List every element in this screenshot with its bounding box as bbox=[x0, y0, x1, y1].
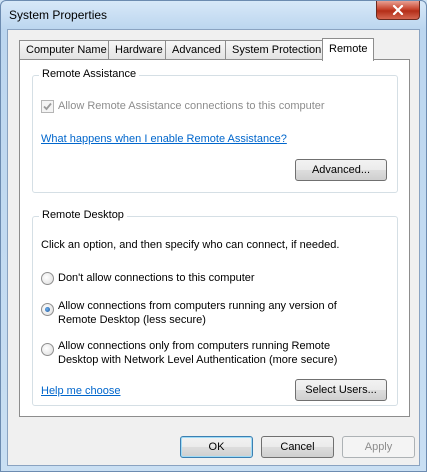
radio-dont-allow[interactable] bbox=[41, 272, 54, 285]
radio-allow-any-version[interactable] bbox=[41, 303, 54, 316]
radio-dont-allow-label: Don't allow connections to this computer bbox=[58, 272, 255, 284]
system-properties-window: System Properties Computer Name Hardware… bbox=[0, 0, 427, 472]
select-users-button[interactable]: Select Users... bbox=[295, 379, 387, 401]
tab-label: Hardware bbox=[115, 44, 163, 56]
tab-advanced[interactable]: Advanced bbox=[165, 40, 226, 59]
help-me-choose-link[interactable]: Help me choose bbox=[41, 385, 121, 397]
advanced-button[interactable]: Advanced... bbox=[295, 159, 387, 181]
ok-button[interactable]: OK bbox=[180, 436, 253, 458]
apply-button[interactable]: Apply bbox=[342, 436, 415, 458]
tab-label: Computer Name bbox=[26, 44, 107, 56]
allow-remote-assistance-label: Allow Remote Assistance connections to t… bbox=[58, 100, 325, 112]
tab-label: Advanced bbox=[172, 44, 221, 56]
radio-selected-dot bbox=[45, 307, 50, 312]
tab-label: Remote bbox=[329, 43, 368, 55]
allow-remote-assistance-checkbox[interactable] bbox=[41, 100, 54, 113]
tab-hardware[interactable]: Hardware bbox=[108, 40, 166, 59]
remote-desktop-group: Remote Desktop Click an option, and then… bbox=[32, 209, 398, 406]
close-button[interactable] bbox=[376, 1, 420, 20]
tab-system-protection[interactable]: System Protection bbox=[225, 40, 323, 59]
checkmark-icon bbox=[43, 102, 52, 111]
remote-tab-panel: Remote Assistance Allow Remote Assistanc… bbox=[19, 59, 410, 417]
remote-assistance-group: Remote Assistance Allow Remote Assistanc… bbox=[32, 68, 398, 193]
dialog-client-area: Computer Name Hardware Advanced System P… bbox=[7, 29, 420, 466]
radio-allow-any-version-label-line2: Remote Desktop (less secure) bbox=[58, 314, 206, 326]
remote-assistance-group-title: Remote Assistance bbox=[39, 68, 140, 80]
cancel-button[interactable]: Cancel bbox=[261, 436, 334, 458]
radio-allow-nla-only-label-line1: Allow connections only from computers ru… bbox=[58, 340, 331, 352]
tab-remote[interactable]: Remote bbox=[322, 38, 374, 61]
tab-label: System Protection bbox=[232, 44, 322, 56]
tab-computer-name[interactable]: Computer Name bbox=[19, 40, 109, 59]
radio-allow-nla-only-label-line2: Desktop with Network Level Authenticatio… bbox=[58, 354, 338, 366]
window-title: System Properties bbox=[9, 8, 108, 22]
remote-desktop-instruction: Click an option, and then specify who ca… bbox=[41, 239, 340, 251]
radio-allow-nla-only[interactable] bbox=[41, 343, 54, 356]
remote-desktop-group-title: Remote Desktop bbox=[39, 209, 127, 221]
title-bar[interactable]: System Properties bbox=[1, 1, 426, 29]
remote-assistance-help-link[interactable]: What happens when I enable Remote Assist… bbox=[41, 133, 287, 145]
close-icon bbox=[392, 5, 404, 15]
radio-allow-any-version-label-line1: Allow connections from computers running… bbox=[58, 300, 337, 312]
